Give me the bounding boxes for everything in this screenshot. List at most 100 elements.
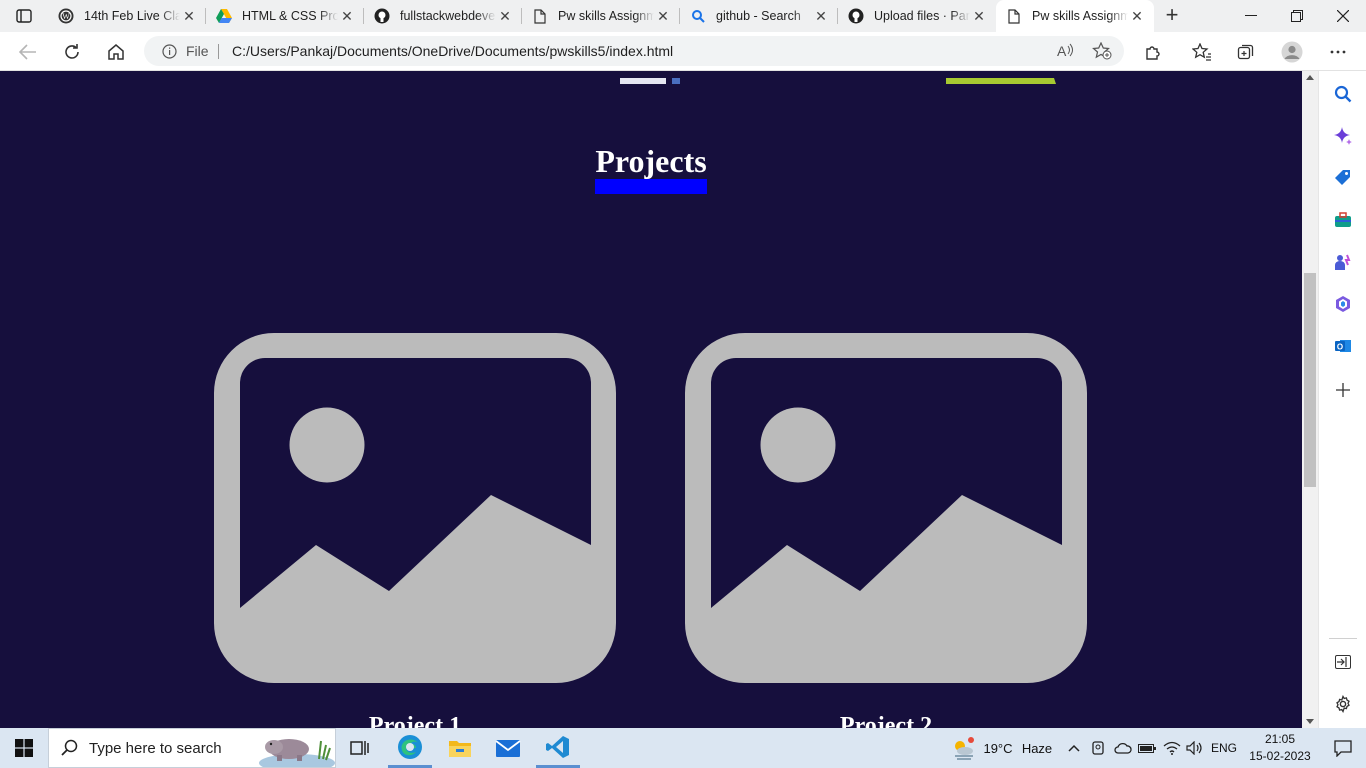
outlook-icon[interactable]: O — [1332, 335, 1354, 357]
tab-strip: W 14th Feb Live Class ✕ HTML & CSS Proje… — [0, 0, 1366, 32]
search-icon — [61, 739, 79, 762]
tab-2[interactable]: HTML & CSS Project ✕ — [206, 0, 364, 32]
tab-6[interactable]: Upload files · Pankaj ✕ — [838, 0, 996, 32]
project-card[interactable]: Project 2 — [685, 333, 1087, 728]
extensions-icon[interactable] — [1139, 38, 1167, 66]
close-tab-icon[interactable]: ✕ — [496, 8, 514, 25]
tab-3[interactable]: fullstackwebdeveloper ✕ — [364, 0, 522, 32]
back-icon[interactable] — [14, 38, 42, 66]
image-placeholder-icon — [685, 333, 1087, 683]
skill-icon-partial — [620, 71, 680, 84]
taskbar-search-box[interactable]: Type here to search — [48, 728, 336, 768]
vscode-icon[interactable] — [536, 728, 580, 768]
tab-title: fullstackwebdeveloper — [400, 9, 496, 23]
github-icon — [848, 8, 864, 24]
close-tab-icon[interactable]: ✕ — [1128, 8, 1146, 25]
search-icon — [690, 8, 706, 24]
scroll-up-arrow-icon[interactable] — [1306, 75, 1314, 80]
notifications-icon[interactable] — [1320, 728, 1366, 768]
wifi-icon[interactable] — [1160, 728, 1184, 768]
tab-title: HTML & CSS Project — [242, 9, 338, 23]
page-icon — [532, 8, 548, 24]
onedrive-cloud-icon[interactable] — [1112, 728, 1134, 768]
language-text: ENG — [1210, 741, 1237, 755]
page-icon — [1006, 8, 1022, 24]
google-drive-icon — [216, 8, 232, 24]
weather-temp-text: 19°C — [983, 740, 1013, 756]
page-scrollbar[interactable] — [1302, 71, 1318, 728]
weather-hazy-icon[interactable] — [950, 728, 978, 768]
edge-sidebar: O — [1318, 71, 1366, 728]
search-placeholder: Type here to search — [89, 740, 222, 757]
edge-taskbar-icon[interactable] — [388, 728, 432, 768]
add-favorite-icon[interactable] — [1092, 41, 1112, 65]
close-tab-icon[interactable]: ✕ — [970, 8, 988, 25]
svg-text:W: W — [62, 12, 70, 21]
input-language[interactable]: ENG — [1208, 728, 1240, 768]
clock-time: 21:05 — [1264, 732, 1296, 746]
battery-icon[interactable] — [1136, 728, 1158, 768]
tab-5[interactable]: github - Search ✕ — [680, 0, 838, 32]
tab-title: Upload files · Pankaj — [874, 9, 970, 23]
windows-taskbar: Type here to search 19°C Haze ENG 21:05 … — [0, 728, 1366, 768]
windows-start-icon[interactable] — [0, 728, 48, 768]
image-placeholder-icon — [214, 333, 616, 683]
weather-temperature: 19°C — [982, 728, 1014, 768]
task-view-icon[interactable] — [342, 728, 378, 768]
tab-title: Pw skills Assignment — [1032, 9, 1128, 23]
close-tab-icon[interactable]: ✕ — [180, 8, 198, 25]
copilot-sparkle-icon[interactable] — [1332, 125, 1354, 147]
collections-icon[interactable] — [1232, 38, 1260, 66]
url-text[interactable]: C:/Users/Pankaj/Documents/OneDrive/Docum… — [232, 43, 673, 59]
projects-section-header: Projects — [0, 143, 1302, 194]
file-explorer-icon[interactable] — [438, 728, 482, 768]
search-icon[interactable] — [1332, 83, 1354, 105]
tools-briefcase-icon[interactable] — [1332, 209, 1354, 231]
browser-toolbar: File C:/Users/Pankaj/Documents/OneDrive/… — [0, 32, 1366, 71]
sidebar-settings-icon[interactable] — [1332, 693, 1354, 715]
add-sidebar-app-icon[interactable] — [1332, 379, 1354, 401]
tab-7-active[interactable]: Pw skills Assignment ✕ — [996, 0, 1154, 32]
read-aloud-icon[interactable]: A — [1056, 42, 1074, 65]
svg-text:A: A — [1057, 43, 1067, 59]
games-icon[interactable] — [1332, 251, 1354, 273]
weather-description: Haze — [1018, 728, 1056, 768]
close-tab-icon[interactable]: ✕ — [654, 8, 672, 25]
scrollbar-thumb[interactable] — [1304, 273, 1316, 487]
hide-sidebar-icon[interactable] — [1332, 651, 1354, 673]
scroll-down-arrow-icon[interactable] — [1306, 719, 1314, 724]
profile-avatar-icon[interactable] — [1278, 38, 1306, 66]
shopping-tag-icon[interactable] — [1332, 167, 1354, 189]
project-card[interactable]: Project 1 — [214, 333, 616, 728]
skill-icon-partial — [946, 71, 1056, 84]
volume-icon[interactable] — [1184, 728, 1206, 768]
refresh-icon[interactable] — [58, 38, 86, 66]
weather-desc-text: Haze — [1021, 740, 1053, 756]
home-icon[interactable] — [102, 38, 130, 66]
close-tab-icon[interactable]: ✕ — [338, 8, 356, 25]
sidebar-divider — [1329, 638, 1357, 639]
tab-title: Pw skills Assignment — [558, 9, 654, 23]
tab-actions-icon[interactable] — [10, 6, 38, 26]
page-viewport: Projects Project 1 Project 2 — [0, 71, 1302, 728]
tab-4[interactable]: Pw skills Assignment ✕ — [522, 0, 680, 32]
tab-1[interactable]: W 14th Feb Live Class ✕ — [48, 0, 206, 32]
more-options-icon[interactable] — [1324, 38, 1352, 66]
chevron-up-icon[interactable] — [1064, 728, 1084, 768]
scheme-label: File — [186, 43, 209, 59]
microsoft-365-icon[interactable] — [1332, 293, 1354, 315]
restore-button[interactable] — [1274, 0, 1320, 32]
system-clock[interactable]: 21:05 15-02-2023 — [1240, 731, 1320, 765]
minimize-button[interactable] — [1228, 0, 1274, 32]
close-window-button[interactable] — [1320, 0, 1366, 32]
new-tab-button[interactable]: + — [1160, 4, 1184, 28]
info-icon[interactable] — [162, 44, 177, 64]
mail-icon[interactable] — [486, 728, 530, 768]
meet-now-icon[interactable] — [1088, 728, 1108, 768]
favorites-icon[interactable] — [1188, 38, 1216, 66]
svg-text:O: O — [1337, 343, 1343, 352]
close-tab-icon[interactable]: ✕ — [812, 8, 830, 25]
address-bar[interactable]: File C:/Users/Pankaj/Documents/OneDrive/… — [144, 36, 1124, 66]
divider — [218, 44, 219, 59]
tab-title: 14th Feb Live Class — [84, 9, 180, 23]
